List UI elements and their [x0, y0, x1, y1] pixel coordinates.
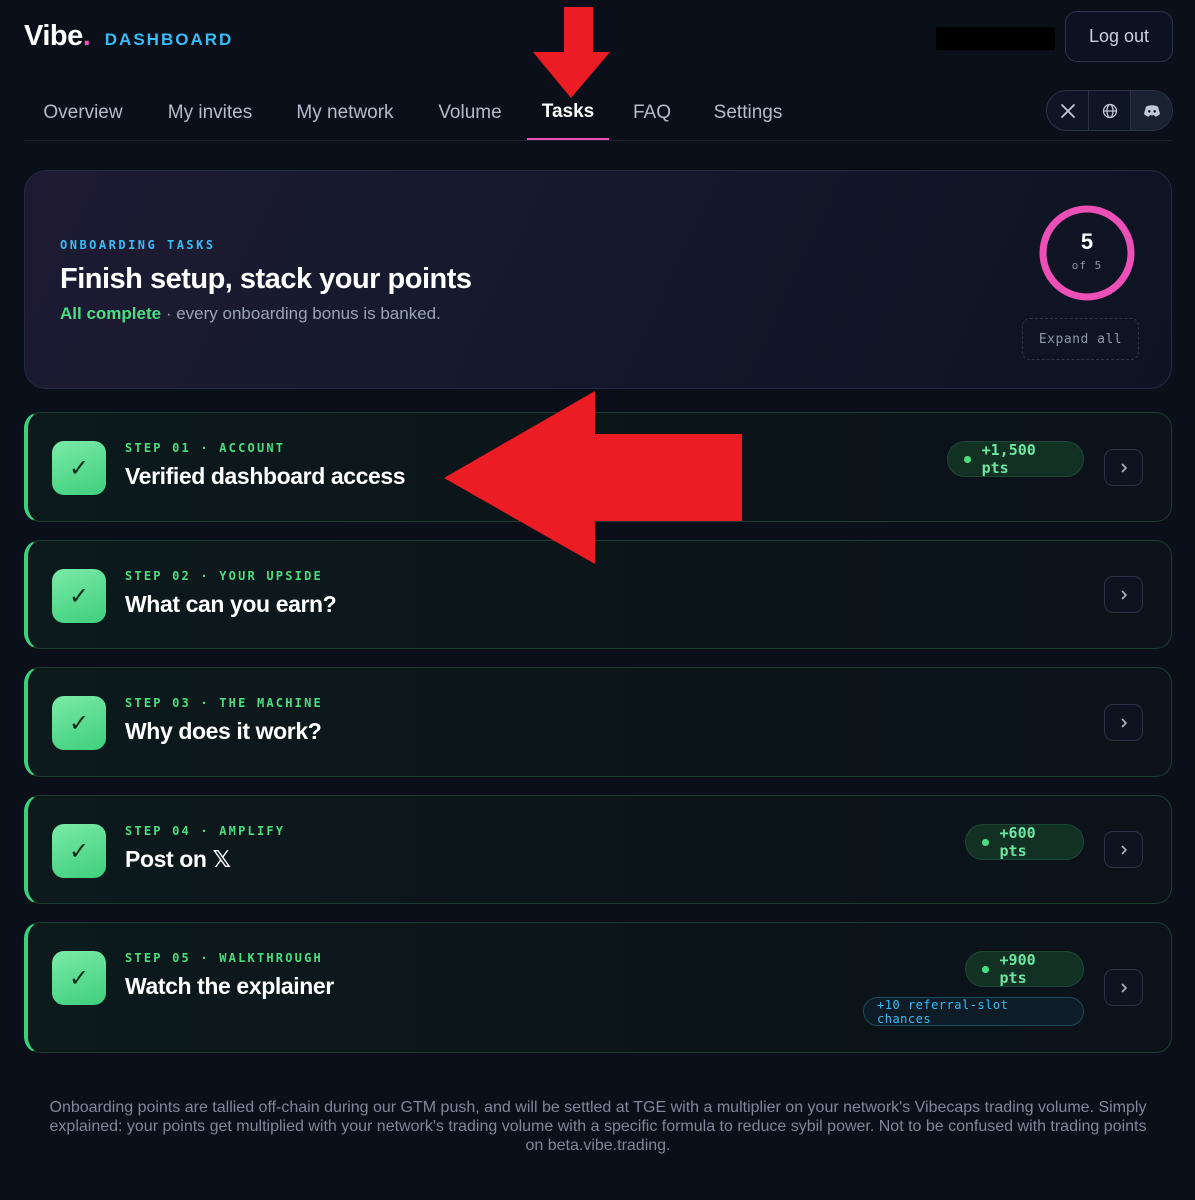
step-kicker: STEP 01 · ACCOUNT [125, 441, 286, 455]
footer-line-1: Onboarding points are tallied off-chain … [49, 1099, 1147, 1116]
step-title: Verified dashboard access [125, 463, 406, 489]
points-value: +900 pts [999, 951, 1036, 987]
points-badge: +1,500 pts [947, 441, 1084, 477]
task-card-step-02[interactable]: ✓ STEP 02 · YOUR UPSIDE What can you ear… [24, 540, 1172, 649]
expand-step-button[interactable] [1104, 449, 1143, 486]
expand-step-button[interactable] [1104, 969, 1143, 1006]
step-title: Watch the explainer [125, 973, 334, 999]
step-title: Why does it work? [125, 718, 322, 744]
logout-button[interactable]: Log out [1065, 11, 1173, 62]
check-icon: ✓ [52, 569, 106, 623]
points-badge: +600 pts [965, 824, 1084, 860]
tab-faq[interactable]: FAQ [622, 86, 682, 140]
tab-volume[interactable]: Volume [426, 86, 514, 140]
chevron-right-icon [1120, 589, 1127, 600]
task-card-step-05[interactable]: ✓ STEP 05 · WALKTHROUGH Watch the explai… [24, 922, 1172, 1053]
expand-step-button[interactable] [1104, 704, 1143, 741]
footer-line-3: on beta.vibe.trading. [525, 1137, 671, 1154]
tab-overview[interactable]: Overview [24, 86, 142, 140]
status-detail: · every onboarding bonus is banked. [161, 304, 441, 323]
expand-step-button[interactable] [1104, 831, 1143, 868]
annotation-arrow-down-icon [533, 7, 610, 98]
step-kicker: STEP 05 · WALKTHROUGH [125, 951, 323, 965]
task-card-step-01[interactable]: ✓ STEP 01 · ACCOUNT Verified dashboard a… [24, 412, 1172, 522]
tab-my-network[interactable]: My network [282, 86, 408, 140]
tab-settings[interactable]: Settings [700, 86, 796, 140]
footer-disclaimer: Onboarding points are tallied off-chain … [22, 1098, 1174, 1155]
onboarding-summary-card: ONBOARDING TASKS Finish setup, stack you… [24, 170, 1172, 389]
points-badge: +900 pts [965, 951, 1084, 987]
logo-subtitle: DASHBOARD [104, 30, 234, 49]
footer-line-2: explained: your points get multiplied wi… [49, 1118, 1147, 1135]
points-dot-icon [982, 838, 989, 846]
redacted-username [936, 27, 1055, 50]
hero-kicker: ONBOARDING TASKS [60, 238, 216, 252]
points-value: +600 pts [999, 824, 1036, 860]
chevron-right-icon [1120, 462, 1127, 473]
points-dot-icon [982, 965, 989, 973]
step-kicker: STEP 04 · AMPLIFY [125, 824, 286, 838]
logo-text: Vibe [24, 20, 83, 52]
check-icon: ✓ [52, 441, 106, 495]
task-card-step-03[interactable]: ✓ STEP 03 · THE MACHINE Why does it work… [24, 667, 1172, 777]
check-icon: ✓ [52, 696, 106, 750]
logo[interactable]: Vibe . DASHBOARD [24, 20, 233, 53]
social-links [1046, 90, 1173, 131]
discord-icon[interactable] [1131, 91, 1172, 130]
points-value: +1,500 pts [981, 441, 1036, 477]
check-icon: ✓ [52, 951, 106, 1005]
referral-chances-badge: +10 referral-slot chances [863, 997, 1084, 1026]
hero-title: Finish setup, stack your points [60, 263, 472, 295]
chevron-right-icon [1120, 717, 1127, 728]
hero-status: All complete · every onboarding bonus is… [60, 304, 441, 324]
chevron-right-icon [1120, 982, 1127, 993]
globe-icon[interactable] [1089, 91, 1131, 130]
step-kicker: STEP 02 · YOUR UPSIDE [125, 569, 323, 583]
progress-total: of 5 [1071, 259, 1103, 272]
step-title: Post on 𝕏 [125, 846, 231, 872]
logo-dot: . [82, 20, 91, 52]
chevron-right-icon [1120, 844, 1127, 855]
expand-all-button[interactable]: Expand all [1022, 318, 1139, 360]
progress-count: 5 [1080, 229, 1094, 254]
check-icon: ✓ [52, 824, 106, 878]
step-title: What can you earn? [125, 591, 337, 617]
expand-step-button[interactable] [1104, 576, 1143, 613]
step-kicker: STEP 03 · THE MACHINE [125, 696, 323, 710]
x-icon[interactable] [1047, 91, 1089, 130]
tab-my-invites[interactable]: My invites [152, 86, 268, 140]
nav-tabs: Overview My invites My network Volume Ta… [24, 86, 1172, 141]
task-card-step-04[interactable]: ✓ STEP 04 · AMPLIFY Post on 𝕏 +600 pts [24, 795, 1172, 904]
points-dot-icon [964, 455, 971, 463]
status-complete: All complete [60, 304, 162, 323]
tab-tasks[interactable]: Tasks [527, 86, 609, 140]
